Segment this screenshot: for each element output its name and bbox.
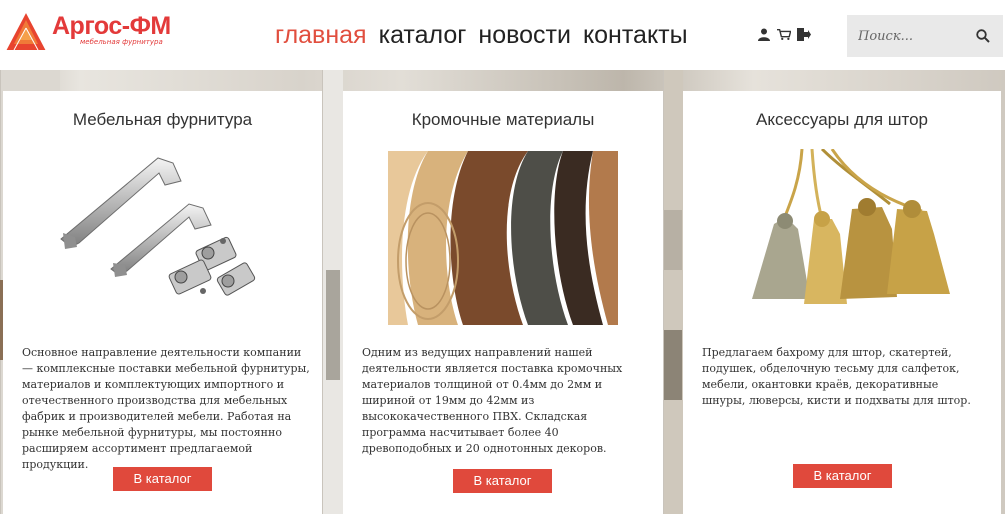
card-furniture-fittings: Мебельная фурнитура Основное направление… (3, 91, 322, 514)
card-description: Одним из ведущих направлений нашей деяте… (362, 346, 623, 455)
card-edge-materials: Кромочные материалы Одним из ведущих нап… (343, 91, 663, 514)
search-input[interactable] (847, 15, 967, 57)
logo-mark-icon (5, 11, 47, 51)
nav-item-news[interactable]: новости (478, 18, 571, 52)
search-box (847, 15, 1003, 57)
logo[interactable]: Аргос-ФМ мебельная фурнитура (4, 10, 204, 58)
nav-item-catalog[interactable]: каталог (379, 18, 467, 52)
handles-hinges-image (3, 151, 322, 321)
search-icon (976, 29, 990, 43)
logo-tagline: мебельная фурнитура (80, 38, 163, 46)
card-title: Кромочные материалы (411, 110, 595, 129)
cart-icon[interactable] (777, 27, 791, 41)
card-title: Аксессуары для штор (756, 110, 928, 129)
card-title: Мебельная фурнитура (72, 110, 253, 129)
logo-name: Аргос-ФМ (52, 12, 171, 40)
nav-item-home[interactable]: главная (275, 18, 367, 52)
card-description: Предлагаем бахрому для штор, скатертей, … (702, 346, 971, 407)
card-curtain-accessories: Аксессуары для штор Предлагаем бахрому д… (683, 91, 1001, 514)
catalog-button[interactable]: В каталог (793, 464, 892, 488)
main-nav: главная каталог новости контакты (275, 18, 700, 52)
site-header: Аргос-ФМ мебельная фурнитура главная кат… (0, 0, 1005, 70)
user-actions (757, 27, 811, 41)
catalog-button[interactable]: В каталог (453, 469, 552, 493)
edge-banding-image (343, 151, 663, 325)
search-button[interactable] (967, 15, 999, 57)
card-description: Основное направление деятельности компан… (22, 346, 310, 471)
logout-icon[interactable] (797, 27, 811, 41)
nav-item-contacts[interactable]: контакты (583, 18, 688, 52)
catalog-button[interactable]: В каталог (113, 467, 212, 491)
logo-text: Аргос-ФМ мебельная фурнитура (52, 12, 171, 46)
user-icon[interactable] (757, 27, 771, 41)
curtain-tassels-image (683, 149, 1001, 309)
